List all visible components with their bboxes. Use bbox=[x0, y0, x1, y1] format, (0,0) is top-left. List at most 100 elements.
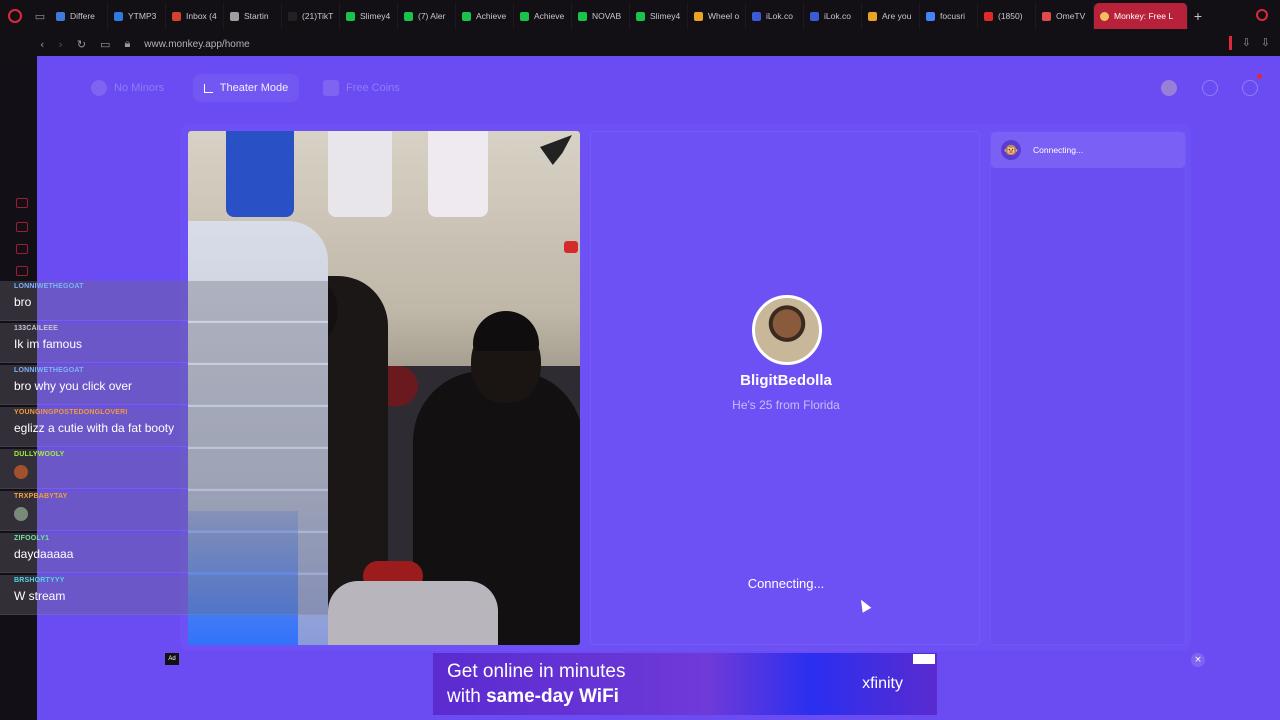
sidebar-instagram-icon[interactable] bbox=[16, 244, 28, 254]
sidebar-messenger-icon[interactable] bbox=[16, 198, 28, 208]
tab-label: Slimey4 bbox=[360, 11, 391, 21]
browser-tab[interactable]: Achieve bbox=[456, 3, 514, 29]
connecting-row: 🐵 Connecting... bbox=[991, 132, 1185, 168]
opera-logo-icon[interactable] bbox=[0, 0, 30, 32]
chat-username[interactable]: DULLYWOOLY bbox=[14, 451, 65, 458]
chat-message: LONNIWETHEGOAT bro bbox=[0, 281, 328, 321]
tab-favicon-icon bbox=[810, 11, 819, 21]
camera-light bbox=[564, 241, 578, 253]
reload-icon[interactable]: ↻ bbox=[77, 38, 86, 51]
monkey-icon: 🐵 bbox=[1001, 140, 1021, 160]
chat-text: daydaaaaa bbox=[14, 547, 74, 561]
history-icon[interactable] bbox=[1202, 80, 1218, 96]
tab-monkey[interactable]: Monkey: Free L bbox=[1094, 3, 1188, 29]
tab-label: (21)TikT bbox=[302, 11, 334, 21]
theater-mode-label: Theater Mode bbox=[219, 82, 289, 94]
camera-jersey bbox=[328, 131, 392, 217]
url-field[interactable]: www.monkey.app/home bbox=[144, 39, 249, 50]
browser-tab[interactable]: Inbox (4 bbox=[166, 3, 224, 29]
match-status: Connecting... bbox=[747, 576, 825, 591]
no-minors-icon bbox=[91, 80, 107, 96]
browser-tab[interactable]: Startin bbox=[224, 3, 282, 29]
adchoices-icon[interactable] bbox=[913, 654, 935, 664]
tab-favicon-icon bbox=[578, 11, 587, 21]
tab-label: Achieve bbox=[534, 11, 565, 21]
tab-favicon-icon bbox=[636, 11, 645, 21]
tab-label: focusri bbox=[940, 11, 966, 21]
address-bar: ‹ › ↻ ▭ 🔒︎ www.monkey.app/home ⇩ ⇩ bbox=[0, 32, 1280, 56]
vpn-indicator-icon[interactable] bbox=[1228, 36, 1232, 50]
tab-label: Startin bbox=[244, 11, 269, 21]
match-subtitle: He's 25 from Florida bbox=[732, 398, 840, 412]
ad-brand: xfinity bbox=[862, 675, 903, 692]
free-coins-label: Free Coins bbox=[346, 82, 400, 94]
forward-icon[interactable]: › bbox=[58, 38, 62, 51]
tab-label: NOVAB bbox=[592, 11, 622, 21]
browser-tab[interactable]: OmeTV bbox=[1036, 3, 1094, 29]
menu-icon[interactable]: ⇩ bbox=[1261, 36, 1270, 50]
ad-subheadline-prefix: with bbox=[447, 686, 487, 707]
tab-menu-icon[interactable]: ▭ bbox=[30, 0, 50, 32]
browser-tab[interactable]: Wheel o bbox=[688, 3, 746, 29]
browser-tab[interactable]: Achieve bbox=[514, 3, 572, 29]
camera-icon[interactable]: ▭ bbox=[100, 38, 110, 51]
sidebar-tv-icon[interactable] bbox=[16, 266, 28, 276]
browser-tab[interactable]: iLok.co bbox=[804, 3, 862, 29]
chat-username[interactable]: ZIFOOLY1 bbox=[14, 535, 49, 542]
browser-tab[interactable]: YTMP3 bbox=[108, 3, 166, 29]
browser-tab[interactable]: Slimey4 bbox=[340, 3, 398, 29]
chat-message: ZIFOOLY1 daydaaaaa bbox=[0, 533, 328, 573]
theater-mode-button[interactable]: Theater Mode bbox=[193, 74, 299, 102]
no-minors-label: No Minors bbox=[114, 82, 165, 94]
download-icon[interactable]: ⇩ bbox=[1242, 36, 1251, 50]
tab-favicon-icon bbox=[404, 11, 413, 21]
tab-label: iLok.co bbox=[824, 11, 851, 21]
no-minors-button[interactable]: No Minors bbox=[91, 76, 164, 100]
chat-text: W stream bbox=[14, 589, 66, 603]
profile-avatar-icon[interactable] bbox=[1161, 80, 1177, 96]
tab-label: Wheel o bbox=[708, 11, 740, 21]
chat-username[interactable]: 133CAILEEE bbox=[14, 325, 58, 332]
tab-label: Slimey4 bbox=[650, 11, 681, 21]
browser-tab[interactable]: Slimey4 bbox=[630, 3, 688, 29]
ad-subheadline: with same-day WiFi bbox=[447, 686, 619, 708]
chat-username[interactable]: LONNIWETHEGOAT bbox=[14, 367, 84, 374]
browser-tab[interactable]: iLok.co bbox=[746, 3, 804, 29]
browser-tab[interactable]: (7) Aler bbox=[398, 3, 456, 29]
back-icon[interactable]: ‹ bbox=[40, 38, 44, 51]
chat-icon[interactable] bbox=[1242, 80, 1258, 96]
chat-username[interactable]: LONNIWETHEGOAT bbox=[14, 283, 84, 290]
ad-subheadline-bold: same-day WiFi bbox=[486, 686, 619, 707]
new-tab-button[interactable]: + bbox=[1188, 8, 1208, 24]
chat-username[interactable]: TRXPBABYTAY bbox=[14, 493, 68, 500]
chat-message: TRXPBABYTAY bbox=[0, 491, 328, 531]
browser-tab[interactable]: focusri bbox=[920, 3, 978, 29]
chat-username[interactable]: YOUNGINGPOSTEDONGLOVERI bbox=[14, 409, 128, 416]
search-tabs-icon[interactable] bbox=[1256, 9, 1268, 21]
chat-emote-icon bbox=[14, 507, 28, 521]
browser-tab[interactable]: NOVAB bbox=[572, 3, 630, 29]
connecting-label: Connecting... bbox=[1033, 145, 1084, 155]
ad-close-button[interactable]: × bbox=[1191, 653, 1205, 667]
xfinity-ad-banner[interactable]: Get online in minutes with same-day WiFi… bbox=[433, 653, 937, 715]
tab-favicon-icon bbox=[172, 11, 181, 21]
tab-label: YTMP3 bbox=[128, 11, 157, 21]
browser-tab-bar: ▭ Differe YTMP3 Inbox (4 Startin (21)TikT Sli… bbox=[0, 0, 1280, 32]
chat-username[interactable]: BRSHORTYYY bbox=[14, 577, 65, 584]
camera-jersey bbox=[226, 131, 294, 217]
address-bar-actions: ⇩ ⇩ bbox=[1228, 36, 1270, 50]
tab-label: OmeTV bbox=[1056, 11, 1086, 21]
top-bar: No Minors Theater Mode Free Coins bbox=[37, 56, 1280, 118]
tab-favicon-icon bbox=[926, 11, 935, 21]
browser-tab[interactable]: (21)TikT bbox=[282, 3, 340, 29]
browser-tab[interactable]: Are you bbox=[862, 3, 920, 29]
tab-label: iLok.co bbox=[766, 11, 793, 21]
free-coins-button[interactable]: Free Coins bbox=[323, 76, 400, 100]
chat-message: DULLYWOOLY bbox=[0, 449, 328, 489]
sidebar-whatsapp-icon[interactable] bbox=[16, 222, 28, 232]
browser-tab[interactable]: (1850) bbox=[978, 3, 1036, 29]
expand-icon bbox=[203, 83, 213, 93]
tab-favicon-icon bbox=[230, 11, 239, 21]
browser-tab[interactable]: Differe bbox=[50, 3, 108, 29]
chat-message: 133CAILEEE Ik im famous bbox=[0, 323, 328, 363]
